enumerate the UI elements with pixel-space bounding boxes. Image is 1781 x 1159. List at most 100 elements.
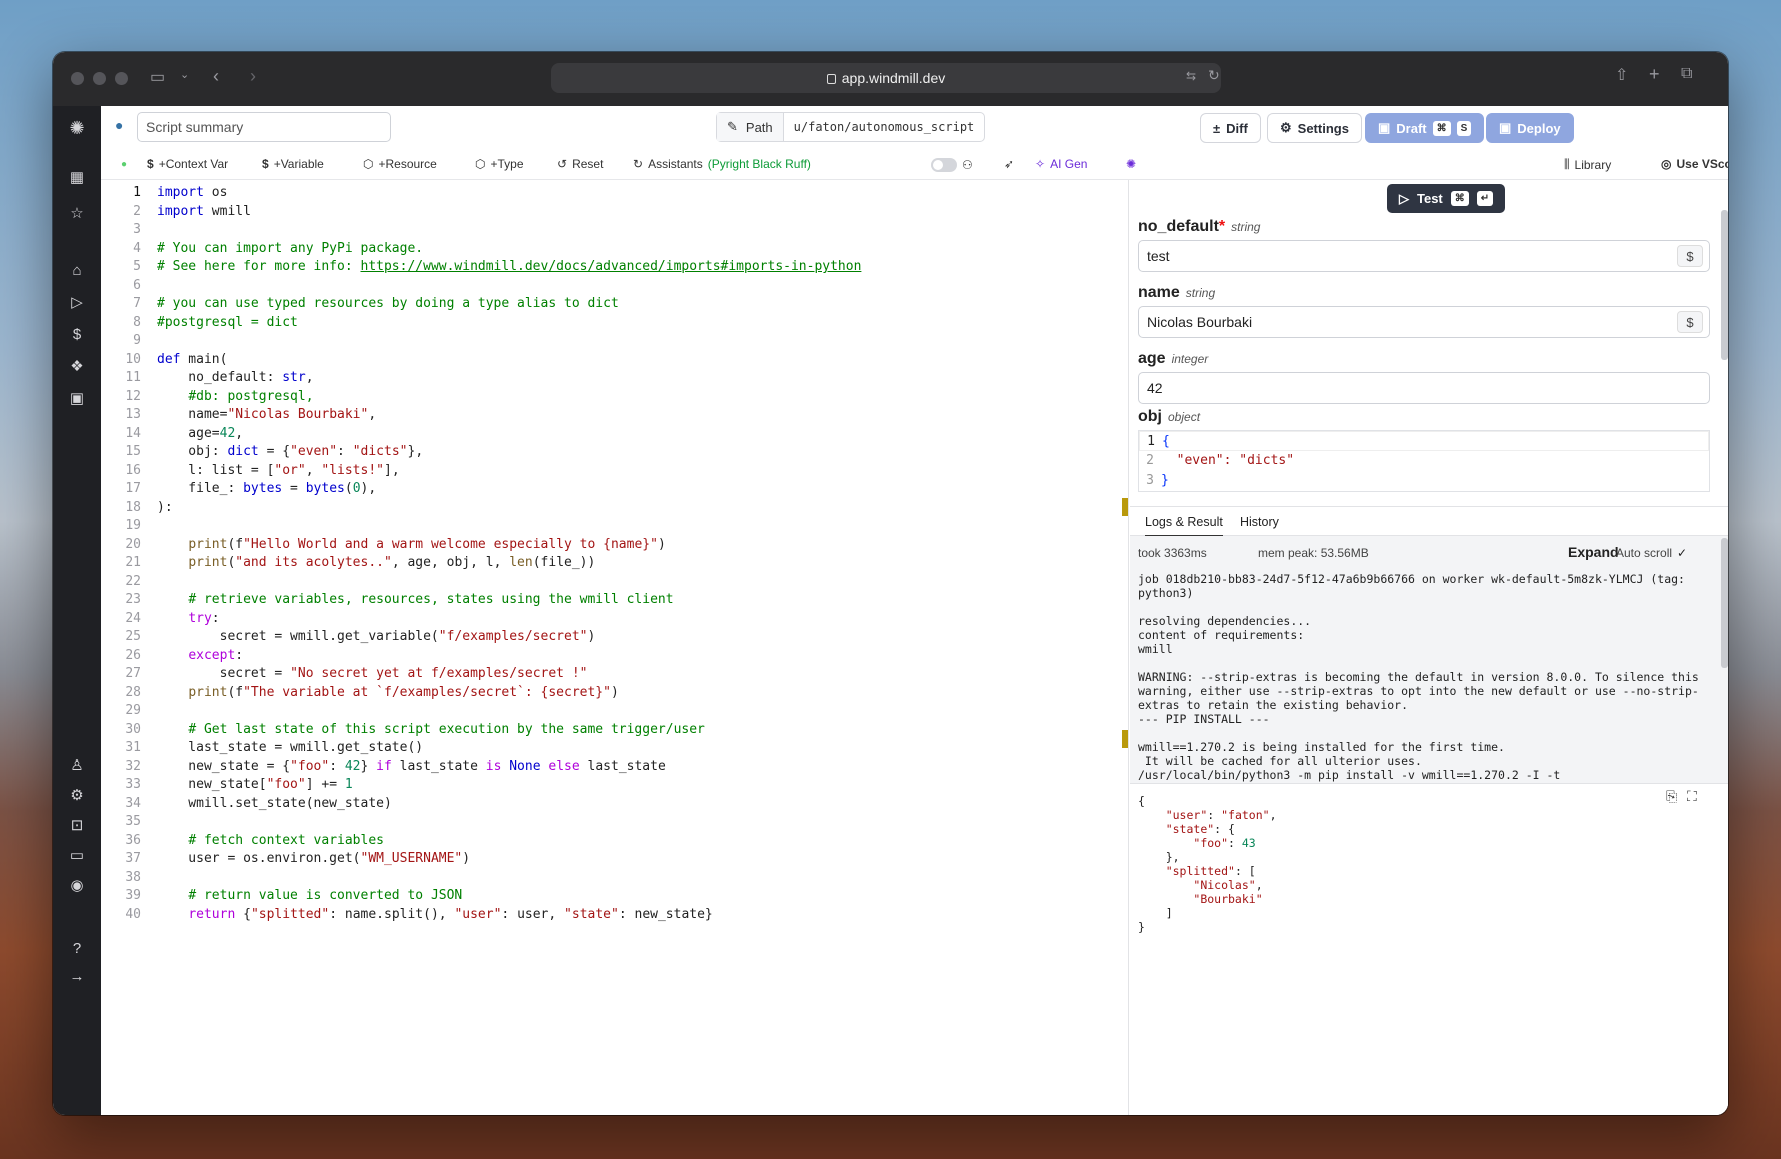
memory-text: mem peak: 53.56MB <box>1258 546 1369 560</box>
logs-panel: took 3363ms mem peak: 53.56MB Expand Aut… <box>1130 536 1728 784</box>
help-icon[interactable]: ? <box>67 939 87 959</box>
variable-button[interactable]: $ +Variable <box>262 157 324 171</box>
vscode-button[interactable]: ◎ Use VScode <box>1661 157 1728 171</box>
tab-history[interactable]: History <box>1240 515 1279 529</box>
arg-no-default-label: no_default* string <box>1138 218 1261 235</box>
assistants-button[interactable]: ↻ Assistants (Pyright Black Ruff) <box>633 157 811 171</box>
sparkle-icon[interactable]: ✺ <box>1126 157 1136 171</box>
code-editor[interactable]: 1 import os 2 import wmill 3 4 # You can impor… <box>101 180 1129 1115</box>
draft-label: Draft <box>1396 120 1427 136</box>
folder-icon[interactable]: ▭ <box>67 846 87 866</box>
variables-icon[interactable]: $ <box>67 325 87 345</box>
resources-icon[interactable]: ❖ <box>67 357 87 377</box>
obj-json-editor[interactable]: 1{ 2 "even": "dicts" 3} <box>1138 430 1710 492</box>
check-icon[interactable]: ✓ <box>1677 546 1687 560</box>
tab-logs-result[interactable]: Logs & Result <box>1145 515 1223 537</box>
age-input[interactable]: 42 <box>1138 372 1710 404</box>
rocket-icon[interactable]: ➶ <box>1004 157 1014 171</box>
args-scrollbar[interactable] <box>1721 210 1728 360</box>
status-dot: ● <box>121 159 128 170</box>
star-icon[interactable]: ☆ <box>67 204 87 224</box>
gear-icon[interactable]: ⚙ <box>67 786 87 806</box>
pencil-icon: ✎ <box>727 119 738 134</box>
lock-icon <box>826 74 836 84</box>
arg-name-label: name string <box>1138 284 1216 301</box>
logs-scrollbar[interactable] <box>1721 538 1728 668</box>
ai-gen-button[interactable]: ✧ AI Gen <box>1035 157 1087 171</box>
path-field[interactable]: ✎ Path u/faton/autonomous_script <box>716 112 986 142</box>
tabs-overview-icon[interactable]: ⧉ <box>1681 65 1692 83</box>
resource-label: +Resource <box>378 157 437 171</box>
library-label: Library <box>1574 157 1612 172</box>
ai-gen-label: AI Gen <box>1050 157 1088 171</box>
cube-icon: ⬡ <box>363 157 374 171</box>
settings-button[interactable]: ⚙ Settings <box>1267 113 1362 143</box>
toggle-switch[interactable] <box>931 158 957 172</box>
script-summary-input[interactable]: Script summary <box>137 112 391 142</box>
forward-icon[interactable]: › <box>250 66 256 87</box>
dollar-icon[interactable]: $ <box>1677 245 1703 267</box>
runs-icon[interactable]: ▷ <box>67 293 87 313</box>
editor-toolbar: ● $ +Context Var $ +Variable ⬡ +Resource ⬡ +… <box>101 150 1728 180</box>
test-label: Test <box>1417 191 1443 206</box>
diff-button[interactable]: ± Diff <box>1200 113 1261 143</box>
share-icon[interactable]: ⇧ <box>1615 65 1628 85</box>
schedules-icon[interactable]: ▣ <box>67 389 87 409</box>
vscode-label: Use VScode <box>1676 157 1728 171</box>
workspace-icon[interactable]: ▦ <box>67 168 87 188</box>
settings-label: Settings <box>1297 120 1349 136</box>
autoscroll-label[interactable]: Auto scroll <box>1616 546 1672 560</box>
gear-icon: ⚙ <box>1280 120 1292 135</box>
expand-button[interactable]: Expand <box>1568 544 1619 560</box>
result-json: { "user": "faton", "state": { "foo": 43 … <box>1138 794 1277 934</box>
dollar-icon: $ <box>262 157 269 171</box>
script-editor-page: ● Script summary ✎ Path u/faton/autonomou… <box>101 106 1728 1115</box>
path-value: u/faton/autonomous_script <box>793 120 975 134</box>
reset-button[interactable]: ↺ Reset <box>557 157 603 171</box>
workers-icon[interactable]: ⊡ <box>67 816 87 836</box>
windmill-logo-icon[interactable]: ✺ <box>67 118 87 138</box>
deploy-button[interactable]: ▣ Deploy <box>1486 113 1574 143</box>
draft-button[interactable]: ▣ Draft ⌘ S <box>1365 113 1485 143</box>
reset-label: Reset <box>572 157 604 171</box>
duration-text: took 3363ms <box>1138 546 1207 560</box>
context-var-button[interactable]: $ +Context Var <box>147 157 228 171</box>
minimize-dot[interactable] <box>93 72 106 85</box>
variable-label: +Variable <box>273 157 324 171</box>
sidebar-toggle-icon[interactable]: ▭ <box>150 67 165 87</box>
eye-icon[interactable]: ◉ <box>67 876 87 896</box>
code-line[interactable]: 40 return {"splitted": name.split(), "us… <box>101 904 1101 925</box>
type-button[interactable]: ⬡ +Type <box>475 157 524 171</box>
obj-line: 2 "even": "dicts" <box>1146 453 1295 468</box>
no-default-input[interactable]: test $ <box>1138 240 1710 272</box>
window-controls[interactable] <box>71 72 128 85</box>
address-bar[interactable]: app.windmill.dev <box>551 63 1221 93</box>
user-icon[interactable]: ♙ <box>67 756 87 776</box>
save-icon: ▣ <box>1378 120 1391 135</box>
reload-icon[interactable]: ↻ <box>1208 67 1220 84</box>
home-icon[interactable]: ⌂ <box>67 261 87 281</box>
resource-button[interactable]: ⬡ +Resource <box>363 157 437 171</box>
library-button[interactable]: ⫼ Library <box>1564 157 1611 172</box>
translate-icon[interactable]: ⇆ <box>1186 69 1196 83</box>
fullscreen-icon[interactable]: ⛶ <box>1687 788 1697 805</box>
new-tab-icon[interactable]: + <box>1649 64 1660 85</box>
copy-icon[interactable]: ⎘ <box>1666 788 1677 805</box>
diff-label: Diff <box>1226 120 1248 136</box>
close-dot[interactable] <box>71 72 84 85</box>
dollar-icon[interactable]: $ <box>1677 311 1703 333</box>
log-output: job 018db210-bb83-24d7-5f12-47a6b9b66766… <box>1138 572 1699 782</box>
expand-arrow-icon[interactable]: → <box>67 967 87 987</box>
zoom-dot[interactable] <box>115 72 128 85</box>
chevron-down-icon[interactable]: ⌄ <box>180 68 189 81</box>
back-icon[interactable]: ‹ <box>213 66 219 87</box>
github-icon: ◎ <box>1661 157 1672 171</box>
arg-obj-label: obj object <box>1138 408 1201 425</box>
name-input[interactable]: Nicolas Bourbaki $ <box>1138 306 1710 338</box>
dollar-icon: $ <box>147 157 154 171</box>
type-label: +Type <box>490 157 524 171</box>
test-button[interactable]: ▷ Test ⌘ ↵ <box>1387 184 1506 213</box>
obj-line: 1{ <box>1139 431 1709 451</box>
collab-toggle[interactable]: ⚇ <box>931 158 973 172</box>
arg-age-label: age integer <box>1138 350 1209 367</box>
